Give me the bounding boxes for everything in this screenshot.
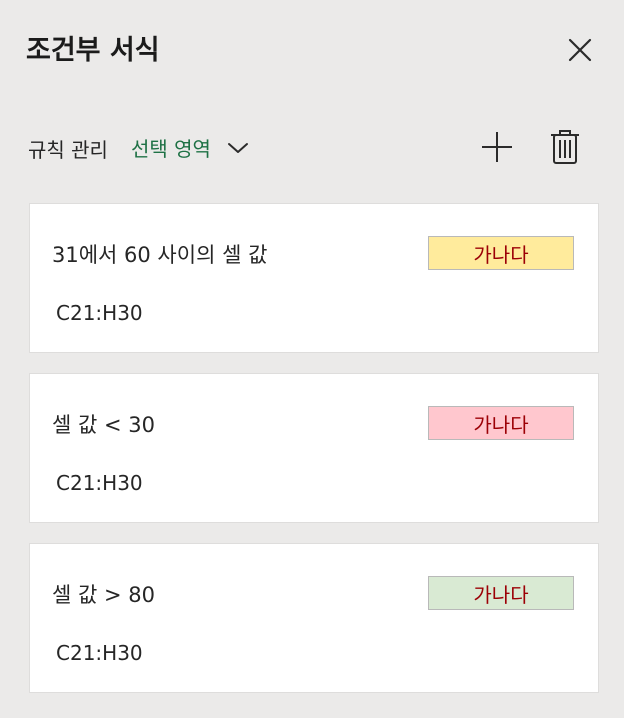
rule-range: C21:H30 bbox=[56, 471, 143, 495]
rule-card[interactable]: 셀 값 > 80 가나다 C21:H30 bbox=[30, 544, 598, 692]
rules-toolbar: 규칙 관리 선택 영역 bbox=[28, 124, 598, 170]
rule-card[interactable]: 셀 값 < 30 가나다 C21:H30 bbox=[30, 374, 598, 522]
close-button[interactable] bbox=[560, 30, 600, 70]
format-preview: 가나다 bbox=[428, 576, 574, 610]
chevron-down-icon bbox=[227, 143, 248, 153]
rule-card[interactable]: 31에서 60 사이의 셀 값 가나다 C21:H30 bbox=[30, 204, 598, 352]
rule-description: 31에서 60 사이의 셀 값 bbox=[52, 243, 268, 267]
format-preview-text: 가나다 bbox=[473, 242, 529, 267]
conditional-formatting-pane: 조건부 서식 규칙 관리 선택 영역 31에서 60 사이의 셀 값 가나다 C… bbox=[0, 0, 624, 718]
format-preview-text: 가나다 bbox=[473, 582, 529, 607]
add-rule-button[interactable] bbox=[478, 128, 516, 166]
format-preview: 가나다 bbox=[428, 406, 574, 440]
scope-value: 선택 영역 bbox=[131, 136, 211, 161]
delete-rules-button[interactable] bbox=[548, 126, 582, 166]
rule-range: C21:H30 bbox=[56, 301, 143, 325]
rule-description: 셀 값 > 80 bbox=[52, 583, 155, 607]
rule-description: 셀 값 < 30 bbox=[52, 413, 155, 437]
close-icon bbox=[568, 38, 592, 62]
scope-dropdown[interactable]: 선택 영역 bbox=[131, 130, 249, 164]
trash-icon bbox=[551, 130, 579, 164]
format-preview: 가나다 bbox=[428, 236, 574, 270]
manage-rules-label: 규칙 관리 bbox=[28, 138, 108, 162]
pane-title: 조건부 서식 bbox=[26, 35, 160, 66]
plus-icon bbox=[482, 132, 512, 162]
rule-range: C21:H30 bbox=[56, 641, 143, 665]
format-preview-text: 가나다 bbox=[473, 412, 529, 437]
